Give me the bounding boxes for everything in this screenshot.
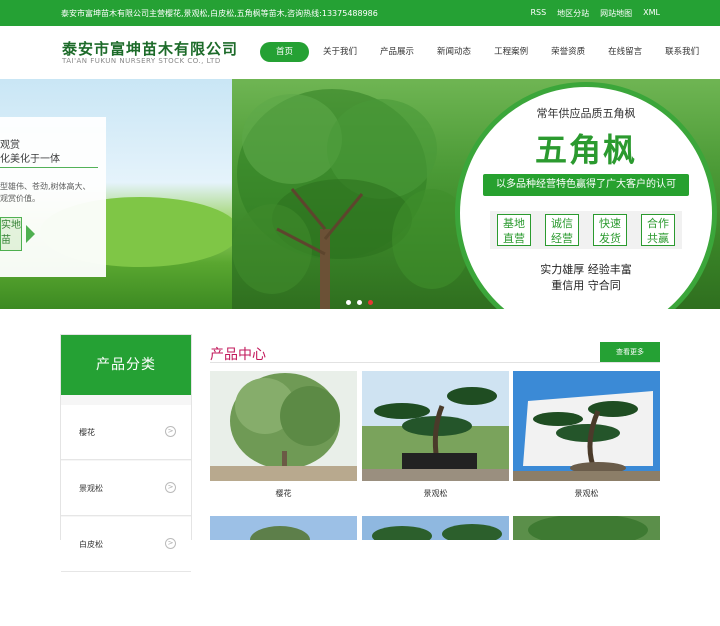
category-title: 产品分类	[61, 335, 191, 395]
chevron-right-icon: >	[165, 426, 176, 437]
product-image	[210, 371, 357, 481]
arrow-right-icon	[26, 225, 35, 243]
nav-contact[interactable]: 联系我们	[656, 42, 708, 62]
promo-slogan-2: 重信用 守合同	[551, 279, 621, 292]
category-item-label: 白皮松	[79, 540, 103, 549]
category-item[interactable]: 樱花 >	[61, 405, 191, 460]
product-card[interactable]: 樱花	[210, 371, 357, 499]
slider-dots	[346, 300, 373, 305]
top-links: RSS 地区分站 网站地图 XML	[530, 8, 660, 19]
main-nav: 首页 关于我们 产品展示 新闻动态 工程案例 荣誉资质 在线留言 联系我们	[260, 42, 713, 62]
view-more-button[interactable]: 查看更多	[600, 342, 660, 362]
nav-cases[interactable]: 工程案例	[485, 42, 537, 62]
sitemap-link[interactable]: 网站地图	[600, 8, 632, 19]
product-card[interactable]: 景观松	[513, 371, 660, 499]
logo-subtitle: TAI'AN FUKUN NURSERY STOCK CO., LTD	[62, 57, 221, 65]
nav-home[interactable]: 首页	[260, 42, 310, 62]
product-image	[362, 371, 509, 481]
top-notice: 泰安市富坤苗木有限公司主营樱花,景观松,白皮松,五角枫等苗木,咨询热线:1337…	[61, 9, 378, 18]
nav-honors[interactable]: 荣誉资质	[542, 42, 594, 62]
nav-news[interactable]: 新闻动态	[428, 42, 480, 62]
category-item[interactable]: 景观松 >	[61, 461, 191, 516]
banner-left-line1: 观赏	[0, 140, 20, 151]
feature-box: 快速 发货	[593, 214, 627, 246]
product-name: 樱花	[275, 489, 292, 498]
promo-features: 基地 直营 诚信 经营 快速 发货 合作 共赢	[490, 211, 682, 249]
promo-title: 五角枫	[534, 131, 637, 169]
feature-box: 诚信 经营	[545, 214, 579, 246]
product-card[interactable]: 景观松	[362, 371, 509, 499]
xml-link[interactable]: XML	[643, 8, 660, 19]
banner-divider	[0, 167, 98, 168]
banner-text-card: 观赏 化美化于一体 型雄伟、苍劲,树体高大、 观赏价值。 实地苗	[0, 117, 106, 277]
nav-about[interactable]: 关于我们	[314, 42, 366, 62]
product-image	[210, 516, 357, 626]
product-name: 景观松	[574, 489, 599, 498]
category-item[interactable]: 白皮松 >	[61, 517, 191, 572]
banner-left-line3: 型雄伟、苍劲,树体高大、	[0, 182, 91, 191]
banner-left-line4: 观赏价值。	[0, 194, 40, 203]
logo-title[interactable]: 泰安市富坤苗木有限公司	[62, 38, 238, 59]
rss-link[interactable]: RSS	[530, 8, 546, 19]
product-card[interactable]	[513, 516, 660, 626]
section-title: 产品中心	[210, 347, 266, 363]
banner-left-badge: 实地苗	[0, 217, 22, 251]
promo-subtitle: 常年供应品质五角枫	[536, 107, 636, 120]
slider-dot[interactable]	[357, 300, 362, 305]
product-image	[513, 516, 660, 626]
promo-circle: 常年供应品质五角枫 五角枫 以多品种经营特色赢得了广大客户的认可 基地 直营 诚信…	[455, 82, 717, 309]
product-card[interactable]	[362, 516, 509, 626]
slider-dot-active[interactable]	[368, 300, 373, 305]
header: 泰安市富坤苗木有限公司 TAI'AN FUKUN NURSERY STOCK C…	[0, 26, 720, 79]
product-image	[362, 516, 509, 626]
region-sites-link[interactable]: 地区分站	[557, 8, 589, 19]
feature-box: 合作 共赢	[641, 214, 675, 246]
banner-left-line2: 化美化于一体	[0, 154, 60, 165]
top-bar: 泰安市富坤苗木有限公司主营樱花,景观松,白皮松,五角枫等苗木,咨询热线:1337…	[0, 0, 720, 26]
category-item-label: 景观松	[79, 484, 103, 493]
product-name: 景观松	[423, 489, 448, 498]
product-card[interactable]	[210, 516, 357, 626]
hero-banner[interactable]: 观赏 化美化于一体 型雄伟、苍劲,树体高大、 观赏价值。 实地苗 常年供应品质五…	[0, 79, 720, 309]
section-divider	[210, 362, 660, 363]
category-sidebar: 产品分类 樱花 > 景观松 > 白皮松 >	[60, 334, 192, 572]
slider-dot[interactable]	[346, 300, 351, 305]
feature-box: 基地 直营	[497, 214, 531, 246]
promo-bar: 以多品种经营特色赢得了广大客户的认可	[483, 174, 689, 196]
category-item-label: 樱花	[79, 428, 95, 437]
nav-products[interactable]: 产品展示	[371, 42, 423, 62]
chevron-right-icon: >	[165, 482, 176, 493]
promo-slogan-1: 实力雄厚 经验丰富	[540, 263, 632, 276]
product-image	[513, 371, 660, 481]
nav-message[interactable]: 在线留言	[599, 42, 651, 62]
